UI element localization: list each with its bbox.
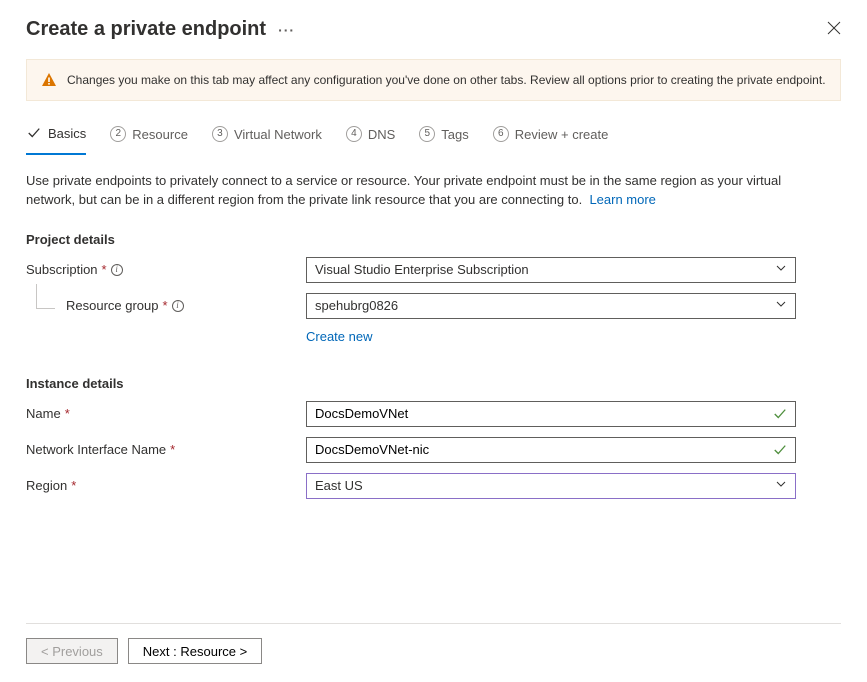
valid-icon	[773, 443, 787, 457]
name-input-wrapper	[306, 401, 796, 427]
warning-banner: Changes you make on this tab may affect …	[26, 59, 841, 101]
step-number: 6	[493, 126, 509, 142]
chevron-down-icon	[775, 258, 787, 282]
tab-label: Basics	[48, 126, 86, 141]
tab-label: Tags	[441, 127, 468, 142]
required-asterisk: *	[102, 262, 107, 277]
warning-text: Changes you make on this tab may affect …	[67, 73, 826, 87]
page-title: Create a private endpoint	[26, 18, 266, 41]
tab-basics[interactable]: Basics	[26, 125, 86, 155]
nic-label: Network Interface Name	[26, 442, 166, 457]
step-number: 4	[346, 126, 362, 142]
project-details-heading: Project details	[26, 232, 841, 247]
tab-resource[interactable]: 2 Resource	[110, 125, 188, 155]
resource-group-select[interactable]: spehubrg0826	[306, 293, 796, 319]
learn-more-link[interactable]: Learn more	[589, 192, 655, 207]
chevron-down-icon	[775, 294, 787, 318]
create-new-link[interactable]: Create new	[306, 329, 372, 344]
description-text: Use private endpoints to privately conne…	[26, 172, 806, 210]
required-asterisk: *	[71, 478, 76, 493]
required-asterisk: *	[163, 298, 168, 313]
valid-icon	[773, 407, 787, 421]
tab-label: Review + create	[515, 127, 609, 142]
region-label: Region	[26, 478, 67, 493]
subscription-value: Visual Studio Enterprise Subscription	[315, 258, 529, 282]
warning-icon	[41, 72, 57, 88]
more-menu[interactable]: ···	[278, 22, 295, 38]
resource-group-label: Resource group	[66, 298, 159, 313]
instance-details-heading: Instance details	[26, 376, 841, 391]
nic-input[interactable]	[315, 438, 773, 462]
check-icon	[26, 125, 42, 141]
info-icon[interactable]: i	[172, 300, 184, 312]
tab-dns[interactable]: 4 DNS	[346, 125, 395, 155]
region-select[interactable]: East US	[306, 473, 796, 499]
region-value: East US	[315, 474, 363, 498]
next-button[interactable]: Next : Resource >	[128, 638, 262, 664]
resource-group-value: spehubrg0826	[315, 294, 398, 318]
name-input[interactable]	[315, 402, 773, 426]
nic-input-wrapper	[306, 437, 796, 463]
info-icon[interactable]: i	[111, 264, 123, 276]
tab-virtual-network[interactable]: 3 Virtual Network	[212, 125, 322, 155]
subscription-label: Subscription	[26, 262, 98, 277]
tab-bar: Basics 2 Resource 3 Virtual Network 4 DN…	[26, 125, 841, 156]
step-number: 2	[110, 126, 126, 142]
required-asterisk: *	[170, 442, 175, 457]
name-label: Name	[26, 406, 61, 421]
tab-tags[interactable]: 5 Tags	[419, 125, 468, 155]
chevron-down-icon	[775, 474, 787, 498]
previous-button: < Previous	[26, 638, 118, 664]
tab-label: DNS	[368, 127, 395, 142]
required-asterisk: *	[65, 406, 70, 421]
tab-label: Resource	[132, 127, 188, 142]
subscription-select[interactable]: Visual Studio Enterprise Subscription	[306, 257, 796, 283]
close-button[interactable]	[827, 21, 841, 38]
tab-label: Virtual Network	[234, 127, 322, 142]
step-number: 5	[419, 126, 435, 142]
tab-review-create[interactable]: 6 Review + create	[493, 125, 609, 155]
step-number: 3	[212, 126, 228, 142]
